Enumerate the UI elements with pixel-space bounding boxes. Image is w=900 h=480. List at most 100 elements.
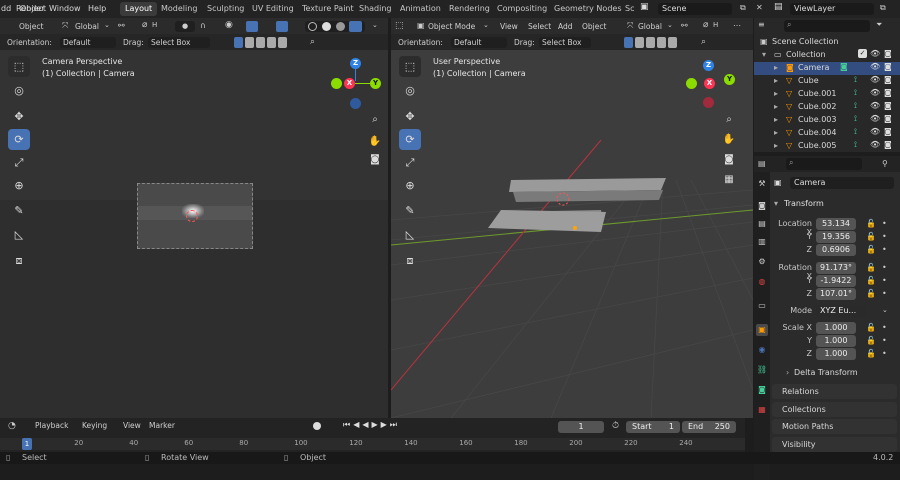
world-tab-icon[interactable]: ◍ [756, 276, 768, 288]
right-gizmo-y-axis[interactable]: Y [724, 74, 735, 85]
lock-icon[interactable]: 🔓 [866, 245, 876, 254]
right-transform-chevron-icon[interactable]: ⌄ [667, 21, 673, 29]
location-y-field[interactable]: 19.356 [816, 231, 856, 243]
pin-icon[interactable]: ⚲ [882, 159, 888, 168]
outliner-editor-icon[interactable]: ≡ [758, 20, 765, 29]
tab-layout[interactable]: Layout [120, 2, 158, 16]
keyframe-dot-icon[interactable]: • [882, 219, 887, 228]
scale-y-field[interactable]: 1.000 [816, 335, 856, 347]
properties-editor-icon[interactable]: ▤ [758, 159, 766, 168]
annotate-tool-icon[interactable]: ✎ [8, 200, 30, 221]
right-gizmo-y-neg-axis[interactable] [686, 78, 697, 89]
outliner-row-collection[interactable]: ▾ ▭ Collection ✓ 👁 ◙ [754, 49, 900, 62]
right-pivot-icon[interactable]: ⚯ [681, 21, 688, 30]
gizmo-z-neg-axis[interactable] [350, 98, 361, 109]
outliner-row-cube-003[interactable]: ▸ ▽ Cube.003 ⟟ 👁 ◙ [754, 114, 900, 127]
right-select-invert-icon[interactable] [657, 37, 666, 48]
expand-chevron-icon[interactable]: ▸ [774, 128, 778, 137]
menu-render[interactable]: Render [16, 4, 44, 13]
right-rotate-tool-icon[interactable]: ⟳ [399, 129, 421, 150]
right-cursor-tool-icon[interactable]: ◎ [399, 80, 421, 101]
rotation-z-field[interactable]: 107.01° [816, 288, 856, 300]
left-drag-dropdown[interactable]: Select Box [148, 37, 210, 48]
render-camera-icon[interactable]: ◙ [884, 88, 892, 97]
keyframe-dot-icon[interactable]: • [882, 349, 887, 358]
texture-tab-icon[interactable]: ▦ [756, 404, 768, 416]
visibility-panel[interactable]: Visibility [772, 437, 897, 452]
right-measure-tool-icon[interactable]: ◺ [399, 224, 421, 245]
camera-data-icon[interactable]: ◙ [840, 62, 848, 71]
right-annotate-tool-icon[interactable]: ✎ [399, 200, 421, 221]
menu-add[interactable]: dd [1, 4, 11, 13]
mesh-data-icon[interactable]: ⟟ [854, 114, 857, 124]
exclude-checkbox[interactable]: ✓ [858, 49, 867, 58]
right-tweak-tool-icon[interactable]: ⬚ [399, 56, 421, 77]
right-gizmo-x-neg-axis[interactable] [703, 97, 714, 108]
expand-chevron-icon[interactable]: ▸ [774, 115, 778, 124]
right-transform-tool-icon[interactable]: ⊕ [399, 175, 421, 196]
left-viewport-camera[interactable]: ⬚ ◎ ✥ ⟳ ⤢ ⊕ ✎ ◺ ⧈ Camera Perspective (1)… [0, 50, 388, 418]
right-add-cube-tool-icon[interactable]: ⧈ [399, 250, 421, 271]
tab-sculpting[interactable]: Sculpting [202, 2, 249, 16]
right-transform-dropdown[interactable]: Global [635, 21, 665, 32]
right-scale-tool-icon[interactable]: ⤢ [399, 152, 421, 173]
right-orientation-dropdown[interactable]: Default [451, 37, 507, 48]
mesh-data-icon[interactable]: ⟟ [854, 140, 857, 150]
object-data-tab-icon[interactable]: ◙ [756, 384, 768, 396]
outliner-row-cube[interactable]: ▸ ▽ Cube ⟟ 👁 ◙ [754, 75, 900, 88]
transform-panel-header[interactable]: ▾ Transform [772, 196, 897, 211]
render-camera-icon[interactable]: ◙ [884, 62, 892, 71]
visibility-eye-icon[interactable]: 👁 [870, 49, 880, 58]
keyframe-dot-icon[interactable]: • [882, 336, 887, 345]
lock-icon[interactable]: 🔓 [866, 323, 876, 332]
render-camera-icon[interactable]: ◙ [884, 75, 892, 84]
select-mode-new-icon[interactable] [234, 37, 243, 48]
tab-uv-editing[interactable]: UV Editing [247, 2, 299, 16]
rotation-x-field[interactable]: 91.173° [816, 262, 856, 274]
gizmo-z-axis[interactable]: Z [350, 58, 361, 69]
rotation-mode-dropdown[interactable]: XYZ Eu... [816, 305, 866, 317]
scale-z-field[interactable]: 1.000 [816, 348, 856, 360]
right-proportional-icon[interactable]: ⋯ [733, 21, 741, 30]
expand-chevron-icon[interactable]: ▸ [774, 63, 778, 72]
left-transform-dropdown[interactable]: Global [72, 21, 102, 32]
lock-icon[interactable]: 🔓 [866, 289, 876, 298]
object-menu[interactable]: Object [579, 21, 609, 32]
outliner-row-cube-001[interactable]: ▸ ▽ Cube.001 ⟟ 👁 ◙ [754, 88, 900, 101]
playback-controls[interactable]: ⏮◀◀▶▶⏭ [343, 420, 400, 430]
rotation-mode-chevron-icon[interactable]: ⌄ [882, 306, 888, 314]
rotation-y-field[interactable]: -1.9422 [816, 275, 856, 287]
material-shading-icon[interactable] [336, 22, 345, 31]
lock-icon[interactable]: 🔓 [866, 232, 876, 241]
tool-tab-icon[interactable]: ⚒ [756, 178, 768, 190]
left-object-menu[interactable]: Object [16, 21, 46, 32]
outliner-row-cube-004[interactable]: ▸ ▽ Cube.004 ⟟ 👁 ◙ [754, 127, 900, 140]
wireframe-shading-icon[interactable] [308, 22, 317, 31]
end-frame-field[interactable]: End 250 [682, 421, 736, 433]
right-move-tool-icon[interactable]: ✥ [399, 106, 421, 127]
visibility-eye-icon[interactable]: 👁 [870, 140, 880, 149]
expand-chevron-icon[interactable]: ▸ [774, 141, 778, 150]
falloff-icon[interactable]: ∩ [200, 21, 206, 30]
render-camera-icon[interactable]: ◙ [884, 127, 892, 136]
keying-menu[interactable]: Keying [79, 420, 110, 431]
lock-icon[interactable]: 🔓 [866, 263, 876, 272]
right-select-new-icon[interactable] [624, 37, 633, 48]
rotate-tool-icon[interactable]: ⟳ [8, 129, 30, 150]
tab-geometry-nodes[interactable]: Geometry Nodes [549, 2, 626, 16]
move-tool-icon[interactable]: ✥ [8, 106, 30, 127]
mesh-data-icon[interactable]: ⟟ [854, 75, 857, 85]
shading-options-chevron-icon[interactable]: ⌄ [372, 21, 378, 29]
tab-rendering[interactable]: Rendering [444, 2, 495, 16]
gizmo-x-axis[interactable]: X [344, 78, 355, 89]
relations-panel[interactable]: Relations [772, 384, 897, 399]
tab-scripting[interactable]: Sc [620, 2, 639, 16]
render-tab-icon[interactable]: ◙ [756, 200, 768, 212]
gizmo-toggle-icon[interactable] [246, 21, 258, 32]
close-icon[interactable]: ✕ [756, 3, 763, 12]
constraints-tab-icon[interactable]: ⛓ [756, 364, 768, 376]
select-menu[interactable]: Select [525, 21, 554, 32]
tab-modeling[interactable]: Modeling [156, 2, 202, 16]
delta-transform-panel[interactable]: › Delta Transform [772, 366, 897, 380]
playback-menu[interactable]: Playback [32, 420, 71, 431]
